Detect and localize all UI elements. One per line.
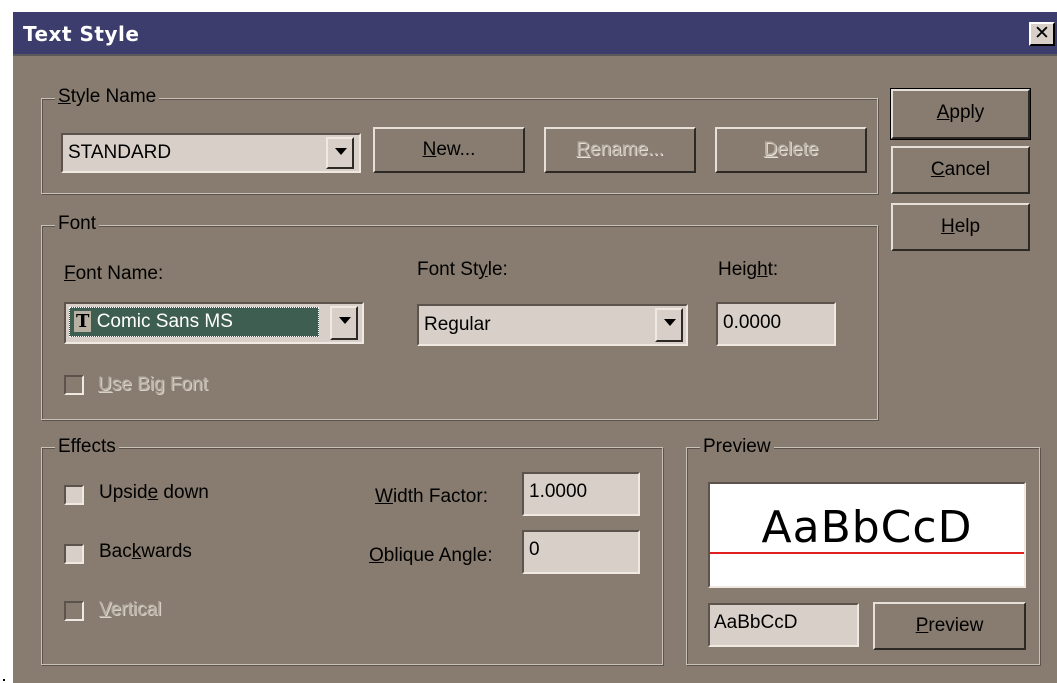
preview-text-value: AaBbCcD — [714, 612, 798, 633]
font-name-value: Comic Sans MS — [96, 311, 233, 332]
preview-pane: AaBbCcD — [708, 482, 1026, 588]
close-button[interactable]: ✕ — [1029, 22, 1055, 46]
font-name-dropdown-arrow[interactable] — [330, 306, 358, 340]
style-name-legend: Style Name — [55, 86, 160, 108]
help-button[interactable]: Help — [891, 203, 1030, 251]
width-factor-value: 1.0000 — [529, 481, 588, 502]
truetype-icon: T — [74, 311, 92, 332]
oblique-angle-value: 0 — [529, 539, 540, 560]
height-label: Height: — [718, 259, 779, 280]
height-value: 0.0000 — [723, 312, 782, 333]
vertical-label: Vertical — [99, 599, 162, 620]
preview-button[interactable]: Preview — [873, 602, 1026, 650]
rename-label: Rename... — [576, 139, 664, 160]
font-style-label: Font Style: — [417, 259, 508, 280]
vertical-checkbox[interactable] — [64, 601, 84, 621]
delete-style-button[interactable]: Delete — [715, 127, 867, 173]
style-name-value: STANDARD — [68, 142, 172, 163]
font-style-select[interactable]: Regular — [417, 304, 688, 346]
effects-legend: Effects — [55, 436, 119, 458]
preview-legend: Preview — [700, 436, 774, 458]
font-style-dropdown-arrow[interactable] — [655, 308, 683, 342]
upside-down-label: Upside down — [99, 482, 209, 503]
apply-button[interactable]: Apply — [890, 88, 1031, 140]
cancel-label: Cancel — [930, 159, 991, 180]
preview-button-label: Preview — [915, 615, 984, 636]
font-name-highlight: T Comic Sans MS — [69, 307, 319, 337]
font-name-select[interactable]: T Comic Sans MS — [64, 302, 364, 344]
new-label: New... — [422, 139, 476, 160]
width-factor-input[interactable]: 1.0000 — [522, 472, 640, 516]
style-name-select[interactable]: STANDARD — [61, 133, 361, 173]
oblique-angle-label: Oblique Angle: — [369, 545, 493, 566]
help-label: Help — [940, 216, 981, 237]
preview-sample-text: AaBbCcD — [761, 502, 973, 553]
font-legend: Font — [55, 213, 100, 235]
rename-style-button[interactable]: Rename... — [544, 127, 696, 173]
style-name-dropdown-arrow[interactable] — [326, 137, 354, 169]
oblique-angle-input[interactable]: 0 — [522, 530, 640, 574]
use-big-font-label: Use Big Font — [98, 374, 208, 395]
upside-down-checkbox[interactable] — [64, 485, 84, 505]
backwards-checkbox[interactable] — [64, 544, 84, 564]
font-style-value: Regular — [424, 314, 491, 335]
apply-label: Apply — [936, 102, 985, 123]
use-big-font-checkbox[interactable] — [64, 375, 84, 395]
font-name-label: Font Name: — [64, 263, 164, 284]
cancel-button[interactable]: Cancel — [891, 146, 1030, 194]
window-title: Text Style — [23, 22, 140, 46]
height-input[interactable]: 0.0000 — [716, 302, 836, 346]
backwards-label: Backwards — [99, 541, 192, 562]
corner-dot — [3, 679, 5, 681]
close-icon: ✕ — [1034, 22, 1050, 44]
preview-text-input[interactable]: AaBbCcD — [708, 603, 859, 647]
width-factor-label: Width Factor: — [375, 486, 488, 507]
title-bar[interactable]: Text Style ✕ — [13, 12, 1057, 56]
new-style-button[interactable]: New... — [373, 127, 525, 173]
delete-label: Delete — [763, 139, 819, 160]
